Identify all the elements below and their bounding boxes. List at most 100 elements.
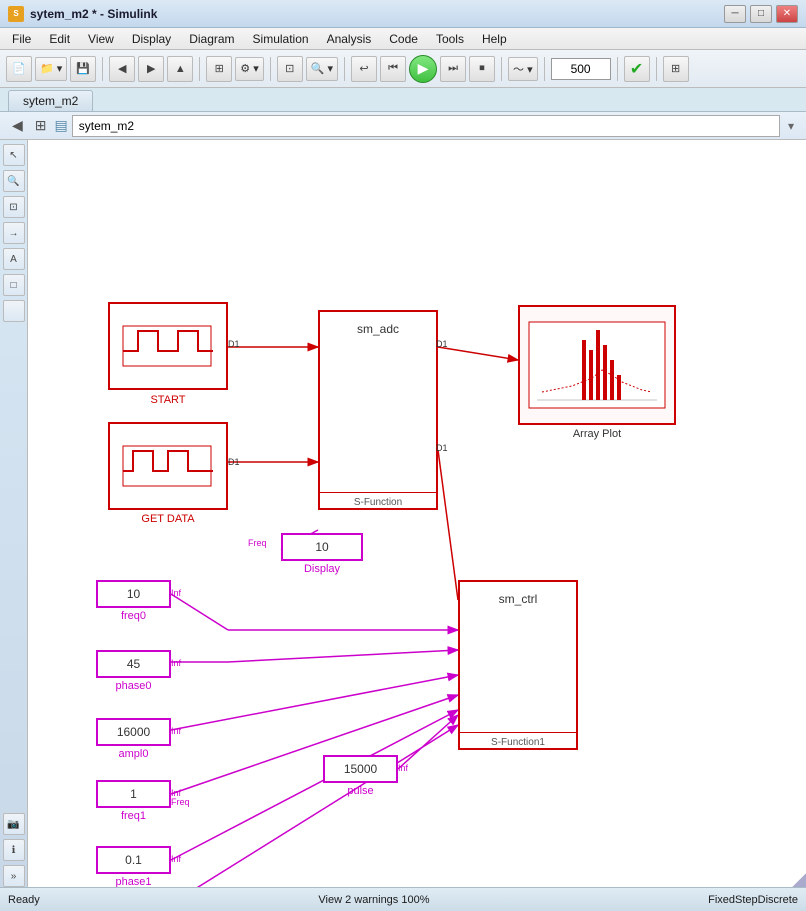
resize-handle[interactable] (792, 873, 806, 887)
freq1-freq: Freq (171, 797, 190, 807)
pulse-value: 15000 (344, 762, 377, 776)
model-icon: ▤ (55, 117, 68, 134)
freq0-inf: Inf (171, 588, 181, 598)
phase1-value: 0.1 (125, 853, 142, 867)
ampl0-block[interactable]: 16000 (96, 718, 171, 746)
pulse-inf: Inf (398, 763, 408, 773)
header-expand[interactable]: ⊞ (31, 115, 51, 136)
start-block[interactable] (108, 302, 228, 390)
app-icon: S (8, 6, 24, 22)
header-nav-left[interactable]: ◀ (8, 115, 27, 136)
library-button[interactable]: ⊞ (206, 56, 232, 82)
menu-code[interactable]: Code (381, 30, 426, 48)
model-header: ◀ ⊞ ▤ ▾ (0, 112, 806, 140)
phase1-label: phase1 (96, 876, 171, 887)
window-controls: ─ □ ✕ (724, 5, 798, 23)
update-button[interactable]: ↩ (351, 56, 377, 82)
sim-time-input[interactable] (551, 58, 611, 80)
minimize-button[interactable]: ─ (724, 5, 746, 23)
separator2 (199, 57, 200, 81)
freq1-block[interactable]: 1 (96, 780, 171, 808)
phase0-block[interactable]: 45 (96, 650, 171, 678)
display-freq-label: Freq (248, 538, 267, 548)
sm-ctrl-sublabel: S-Function1 (460, 732, 576, 748)
separator4 (344, 57, 345, 81)
start-label: START (108, 394, 228, 406)
phase0-inf: Inf (171, 658, 181, 668)
stop-button[interactable]: ⏹ (469, 56, 495, 82)
getdata-block[interactable] (108, 422, 228, 510)
phase1-block[interactable]: 0.1 (96, 846, 171, 874)
freq0-label: freq0 (96, 610, 171, 622)
path-dropdown[interactable]: ▾ (784, 119, 798, 133)
save-button[interactable]: 💾 (70, 56, 96, 82)
menu-edit[interactable]: Edit (41, 30, 78, 48)
sm-adc-block[interactable]: sm_adc S-Function (318, 310, 438, 510)
separator7 (617, 57, 618, 81)
sidebar-select[interactable]: ↖ (3, 144, 25, 166)
tab-sytem-m2[interactable]: sytem_m2 (8, 90, 93, 111)
sm-ctrl-title: sm_ctrl (499, 592, 538, 606)
ampl0-label: ampl0 (96, 748, 171, 760)
getdata-d1-label: D1 (228, 457, 240, 467)
menu-help[interactable]: Help (474, 30, 515, 48)
close-button[interactable]: ✕ (776, 5, 798, 23)
menu-tools[interactable]: Tools (428, 30, 472, 48)
sm-ctrl-block[interactable]: sm_ctrl S-Function1 (458, 580, 578, 750)
menu-view[interactable]: View (80, 30, 122, 48)
sidebar-expand[interactable]: » (3, 865, 25, 887)
separator8 (656, 57, 657, 81)
new-button[interactable]: 📄 (6, 56, 32, 82)
status-middle: View 2 warnings 100% (318, 894, 429, 906)
sidebar-fit[interactable]: ⊡ (3, 196, 25, 218)
sidebar-text[interactable]: A (3, 248, 25, 270)
sm-adc-d1-out1: D1 (436, 339, 448, 349)
step-button[interactable]: ⏭ (440, 56, 466, 82)
signal-dropdown[interactable]: 〜 ▾ (508, 57, 538, 81)
sidebar-empty[interactable] (3, 300, 25, 322)
separator1 (102, 57, 103, 81)
status-left: Ready (8, 894, 40, 906)
ampl0-inf: Inf (171, 726, 181, 736)
canvas-area[interactable]: START D1 GET DATA D1 sm_adc S-Function D… (28, 140, 806, 887)
array-plot-block[interactable] (518, 305, 676, 425)
pulse-label: pulse (323, 785, 398, 797)
sidebar-info[interactable]: ℹ (3, 839, 25, 861)
display-block[interactable]: 10 (281, 533, 363, 561)
step-back-button[interactable]: ⏮ (380, 56, 406, 82)
menu-diagram[interactable]: Diagram (181, 30, 242, 48)
main-area: ↖ 🔍 ⊡ → A □ 📷 ℹ » (0, 140, 806, 887)
pulse-block[interactable]: 15000 (323, 755, 398, 783)
freq0-block[interactable]: 10 (96, 580, 171, 608)
phase1-inf: Inf (171, 854, 181, 864)
fit-button[interactable]: ⊡ (277, 56, 303, 82)
sm-adc-sublabel: S-Function (320, 492, 436, 508)
grid-button[interactable]: ⊞ (663, 56, 689, 82)
tab-bar: sytem_m2 (0, 88, 806, 112)
zoom-dropdown[interactable]: 🔍 ▾ (306, 57, 338, 81)
menu-analysis[interactable]: Analysis (319, 30, 380, 48)
up-button[interactable]: ▲ (167, 56, 193, 82)
separator6 (544, 57, 545, 81)
sidebar-camera[interactable]: 📷 (3, 813, 25, 835)
play-button[interactable]: ▶ (409, 55, 437, 83)
maximize-button[interactable]: □ (750, 5, 772, 23)
menu-display[interactable]: Display (124, 30, 179, 48)
sidebar-block[interactable]: □ (3, 274, 25, 296)
sidebar-arrow[interactable]: → (3, 222, 25, 244)
freq0-value: 10 (127, 587, 140, 601)
open-dropdown[interactable]: 📁 ▾ (35, 57, 67, 81)
sidebar-zoom-in[interactable]: 🔍 (3, 170, 25, 192)
status-bar: Ready View 2 warnings 100% FixedStepDisc… (0, 887, 806, 911)
menu-file[interactable]: File (4, 30, 39, 48)
config-dropdown[interactable]: ⚙ ▾ (235, 57, 263, 81)
forward-button[interactable]: ▶ (138, 56, 164, 82)
status-right: FixedStepDiscrete (708, 894, 798, 906)
check-button[interactable]: ✔ (624, 56, 650, 82)
menu-simulation[interactable]: Simulation (245, 30, 317, 48)
display-label: Display (281, 563, 363, 575)
back-button[interactable]: ◀ (109, 56, 135, 82)
start-d1-label: D1 (228, 339, 240, 349)
model-path-input[interactable] (72, 115, 780, 137)
sm-adc-d1-out2: D1 (436, 443, 448, 453)
